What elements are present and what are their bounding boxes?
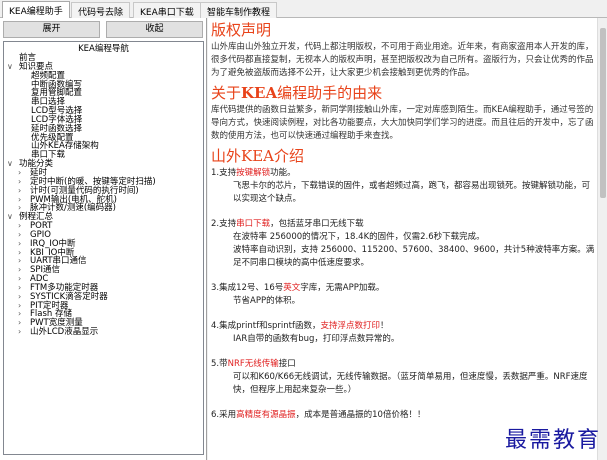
tree-item-label: 山外LCD液晶显示: [30, 327, 99, 338]
copyright-title: 版权声明: [211, 21, 272, 39]
content-panel[interactable]: 版权声明 山外库由山外独立开发，代码上都注明版权，不可用于商业用途。近年来，有商…: [208, 18, 607, 460]
expand-button[interactable]: 展开: [3, 21, 100, 38]
scrollbar-thumb[interactable]: [600, 28, 606, 198]
content-scrollbar[interactable]: [597, 18, 607, 460]
content-body: 版权声明 山外库由山外独立开发，代码上都注明版权，不可用于商业用途。近年来，有商…: [211, 21, 596, 434]
tab-smartcar-tutorial[interactable]: 智能车制作教程: [200, 2, 278, 18]
chevron-down-icon[interactable]: ∨: [7, 62, 13, 72]
tab-kea-serial-download[interactable]: KEA串口下载: [133, 2, 201, 18]
feature-item-4: 4.集成printf和sprintf函数，支持浮点数打印！ IAR自带的函数有b…: [211, 321, 400, 344]
feature-item-3: 3.集成12号、16号英文字库，无需APP加载。 节省APP的体积。: [211, 283, 385, 306]
tab-bar: KEA编程助手 代码号去除 KEA串口下载 智能车制作教程: [0, 0, 607, 19]
copyright-text: 山外库由山外独立开发，代码上都注明版权，不可用于商业用途。近年来，有商家盗用本人…: [211, 42, 594, 78]
chevron-down-icon[interactable]: ∨: [7, 212, 13, 222]
chevron-down-icon[interactable]: ∨: [7, 159, 13, 169]
collapse-button[interactable]: 收起: [106, 21, 203, 38]
about-title: 关于KEA编程助手的由来: [211, 84, 383, 102]
tab-code-remove[interactable]: 代码号去除: [71, 2, 131, 18]
left-panel: 展开 收起 KEA编程导航 前言 ∨ 知识要点 超频配置 中断函数编写 复用管脚配置 串口选…: [0, 18, 207, 460]
about-text: 库代码提供的函数日益繁多，新同学刚接触山外库，一定对库感到陌生。而KEA编程助手…: [211, 105, 594, 141]
nav-tree[interactable]: KEA编程导航 前言 ∨ 知识要点 超频配置 中断函数编写 复用管脚配置 串口选择 LCD型号…: [3, 41, 204, 455]
tree-item[interactable]: › 山外LCD液晶显示: [4, 327, 203, 338]
watermark-logo: 最需教育: [504, 428, 601, 453]
feature-item-5: 5.带NRF无线传输接口 可以和K60/K66无线调试，无线传输数据。（蓝牙简单…: [211, 359, 588, 395]
feature-list: 1.支持按键解锁功能。 飞思卡尔的芯片，下载错误的固件，或者超频过高，跑飞，都容…: [211, 167, 596, 422]
intro-title: 山外KEA介绍: [211, 147, 304, 165]
feature-item-2: 2.支持串口下载，包括蓝牙串口无线下载 在波特率 256000的情况下，18.4…: [211, 219, 595, 268]
chevron-right-icon[interactable]: ›: [18, 327, 21, 337]
feature-item-1: 1.支持按键解锁功能。 飞思卡尔的芯片，下载错误的固件，或者超频过高，跑飞，都容…: [211, 168, 591, 204]
feature-item-6: 6.采用高精度有源晶振，成本是普通晶振的10倍价格！！: [211, 410, 426, 420]
tab-kea-helper[interactable]: KEA编程助手: [2, 1, 70, 19]
